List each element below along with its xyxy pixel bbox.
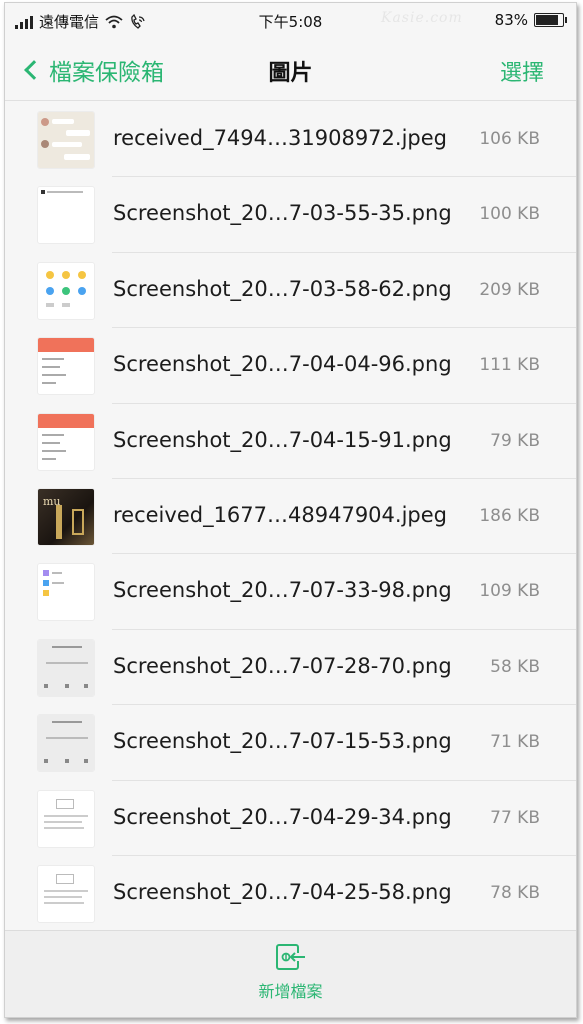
file-row[interactable]: mu received_1677…48947904.jpeg 186 KB [5,479,576,555]
file-thumbnail [37,563,95,622]
file-name: Screenshot_20…7-04-25-58.png [113,879,452,904]
file-row[interactable]: Screenshot_20…7-03-55-35.png 100 KB [5,177,576,253]
watermark: Kasie.com [381,10,463,26]
file-name: Screenshot_20…7-04-04-96.png [113,352,452,377]
file-size: 106 KB [479,129,540,149]
file-row[interactable]: Screenshot_20…7-04-15-91.png 79 KB [5,404,576,479]
file-size: 79 KB [490,430,540,451]
bottom-bar: 新增檔案 [5,930,576,1017]
file-name: Screenshot_20…7-07-33-98.png [113,578,452,603]
file-row[interactable]: Screenshot_20…7-03-58-62.png 209 KB [5,253,576,329]
add-file-label: 新增檔案 [258,982,323,1001]
file-thumbnail [37,789,95,848]
file-row[interactable]: Screenshot_20…7-04-04-96.png 111 KB [5,328,576,404]
file-size: 78 KB [490,882,540,903]
status-time: 下午5:08 [258,13,323,31]
file-row[interactable]: Screenshot_20…7-04-25-58.png 78 KB [5,856,576,932]
file-name: Screenshot_20…7-04-29-34.png [113,804,452,829]
file-thumbnail [37,261,95,320]
phone-screen: 遠傳電信 下午5:08 Kasie.com 83% 檔案保險箱 圖片 選擇 re… [4,2,577,1018]
add-file-icon [275,944,305,970]
file-size: 209 KB [479,279,540,300]
file-name: Screenshot_20…7-04-15-91.png [113,427,452,452]
file-thumbnail [37,412,95,471]
file-name: Screenshot_20…7-03-55-35.png [113,201,452,226]
file-name: Screenshot_20…7-07-28-70.png [113,653,452,678]
file-name: received_7494…31908972.jpeg [113,126,447,150]
file-size: 71 KB [490,732,540,753]
select-button[interactable]: 選擇 [500,55,544,87]
file-list: received_7494…31908972.jpeg 106 KB Screens… [5,102,576,932]
file-name: Screenshot_20…7-07-15-53.png [113,729,452,754]
file-size: 109 KB [479,581,540,602]
chevron-left-icon [24,60,44,80]
add-file-button[interactable]: 新增檔案 [5,941,576,1002]
status-right: 83% [494,11,567,29]
file-thumbnail [37,186,95,245]
nav-bar: 檔案保險箱 圖片 選擇 [5,39,576,101]
file-name: received_1677…48947904.jpeg [113,502,447,527]
file-row[interactable]: Screenshot_20…7-07-33-98.png 109 KB [5,554,576,630]
back-button[interactable]: 檔案保險箱 [21,53,164,87]
file-size: 111 KB [479,355,540,376]
file-thumbnail [37,638,95,697]
battery-percent: 83% [494,11,528,29]
status-bar: 遠傳電信 下午5:08 Kasie.com 83% [5,3,576,39]
file-name: Screenshot_20…7-03-58-62.png [113,276,452,301]
file-row[interactable]: Screenshot_20…7-07-15-53.png 71 KB [5,705,576,781]
file-size: 58 KB [490,656,540,677]
battery-icon [534,13,567,27]
back-label: 檔案保險箱 [49,60,164,86]
file-thumbnail [37,714,95,773]
file-thumbnail [37,337,95,396]
file-thumbnail [37,864,95,923]
file-row[interactable]: Screenshot_20…7-04-29-34.png 77 KB [5,781,576,856]
file-size: 186 KB [479,505,540,526]
file-thumbnail [37,111,95,169]
file-row[interactable]: received_7494…31908972.jpeg 106 KB [5,102,576,178]
file-thumbnail: mu [37,487,95,546]
file-size: 100 KB [479,204,540,225]
file-size: 77 KB [490,807,540,828]
file-row[interactable]: Screenshot_20…7-07-28-70.png 58 KB [5,630,576,706]
